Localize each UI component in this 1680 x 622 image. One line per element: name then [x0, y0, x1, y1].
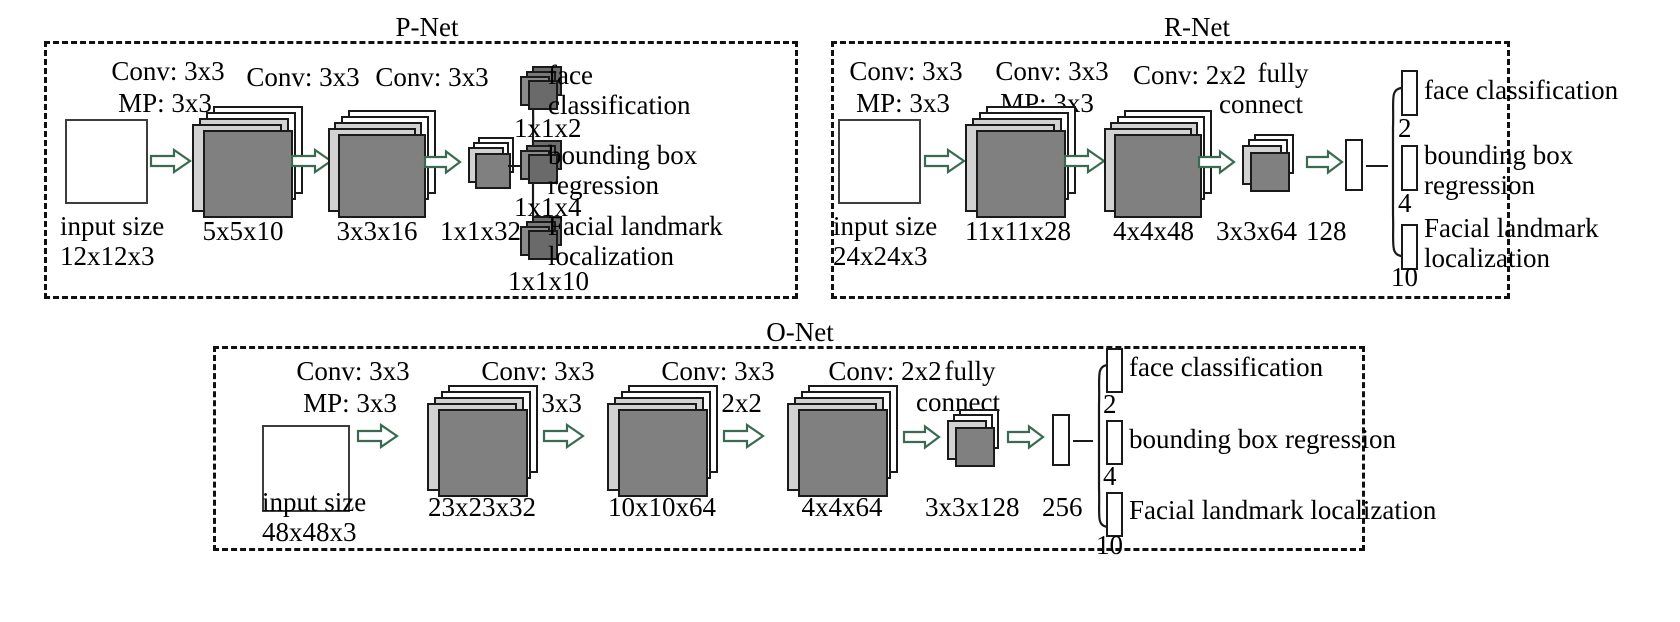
- o-net-title: O-Net: [721, 319, 879, 346]
- r-net-input-caption-line2: 24x24x3: [833, 241, 928, 271]
- p-net-output-dim-1: 1x1x2: [514, 113, 582, 143]
- r-net-fc-label-line1: fully: [1257, 58, 1309, 88]
- r-net-output-label-3-line2: localization: [1424, 243, 1550, 273]
- r-net-input-caption-line1: input size: [833, 211, 938, 241]
- o-net-feature-stack-2: [600, 385, 725, 497]
- o-net-fc-bar: [1052, 414, 1070, 466]
- o-net-arrow-2: [542, 422, 585, 450]
- o-net-fc-label: 256: [1042, 492, 1083, 522]
- r-net-feature-stack-3: [1236, 134, 1308, 196]
- r-net-output-label-2-line2: regression: [1424, 170, 1535, 200]
- r-net-output-label-1-line1: face classification: [1424, 75, 1619, 105]
- r-net-conv-label-3: Conv: 2x2: [1133, 60, 1247, 90]
- o-net-pool-label-1: MP: 3x3: [303, 388, 397, 418]
- p-net-stage-label-3: 1x1x32: [440, 216, 521, 246]
- o-net-stage-label-4: 3x3x128: [925, 492, 1020, 522]
- o-net-fc-label-line1: fully: [944, 356, 996, 386]
- stack-pane-front: [475, 153, 511, 189]
- o-net-arrow-4: [902, 424, 941, 450]
- r-net-output-dim-3: 10: [1391, 262, 1418, 292]
- r-net-output-bar-2: [1401, 145, 1418, 191]
- o-net-conv-label-3: Conv: 3x3: [661, 356, 775, 386]
- o-net-input-caption-line1: input size: [262, 487, 367, 517]
- p-net-output-dim-3: 1x1x10: [508, 266, 589, 296]
- o-net-output-label-3-line1: Facial landmark localization: [1129, 495, 1437, 525]
- r-net-arrow-3: [1197, 149, 1236, 175]
- o-net-stage-label-2: 10x10x64: [608, 492, 716, 522]
- r-net-input-square: [838, 119, 921, 204]
- r-net-conv-label-1: Conv: 3x3: [849, 56, 963, 86]
- p-net-stage-label-2: 3x3x16: [336, 216, 418, 246]
- o-net-arrow-3: [722, 422, 765, 450]
- o-net-output-label-2-line1: bounding box regression: [1129, 424, 1396, 454]
- r-net-arrow-4: [1305, 149, 1344, 175]
- stack-pane-front: [338, 134, 426, 218]
- o-net-output-dim-1: 2: [1103, 389, 1117, 419]
- p-net-conv-label-1: Conv: 3x3: [111, 56, 225, 86]
- o-net-arrow-1: [356, 422, 399, 450]
- stack-pane-front: [1250, 152, 1290, 192]
- o-net-stage-label-3: 4x4x64: [801, 492, 883, 522]
- figure-canvas: P-Net Conv: 3x3 MP: 3x3 Conv: 3x3 Conv: …: [0, 0, 1680, 622]
- p-net-conv-label-2: Conv: 3x3: [246, 62, 360, 92]
- stack-pane-front: [1114, 134, 1202, 218]
- p-net-output-label-3-line1: Facial landmark: [548, 211, 723, 241]
- p-net-output-label-2-line1: bounding box: [548, 140, 698, 170]
- p-net-input-square: [65, 119, 148, 204]
- stack-pane-front: [618, 409, 708, 497]
- r-net-fc-label: 128: [1306, 216, 1347, 246]
- r-net-output-label-3-line1: Facial landmark: [1424, 213, 1599, 243]
- r-net-output-dim-2: 4: [1398, 188, 1412, 218]
- o-net-feature-stack-4: [941, 409, 1013, 471]
- r-net-conv-label-2: Conv: 3x3: [995, 56, 1109, 86]
- stack-pane-front: [976, 130, 1066, 218]
- r-net-output-bar-1: [1401, 70, 1418, 116]
- r-net-stage-label-2: 4x4x48: [1113, 216, 1194, 246]
- stack-pane-front: [203, 130, 293, 218]
- stack-pane-front: [798, 409, 888, 497]
- o-net-stage-label-1: 23x23x32: [428, 492, 536, 522]
- p-net-output-label-1-line1: face: [548, 60, 593, 90]
- o-net-output-dim-2: 4: [1103, 461, 1117, 491]
- r-net-output-label-2-line1: bounding box: [1424, 140, 1574, 170]
- p-net-input-caption-line1: input size: [60, 211, 165, 241]
- o-net-arrow-5: [1006, 424, 1045, 450]
- o-net-conv-label-4: Conv: 2x2: [828, 356, 942, 386]
- r-net-pool-label-1: MP: 3x3: [856, 88, 950, 118]
- r-net-output-dim-1: 2: [1398, 113, 1412, 143]
- o-net-feature-stack-3: [780, 385, 905, 497]
- o-net-conv-label-2: Conv: 3x3: [481, 356, 595, 386]
- r-net-title: R-Net: [1118, 14, 1276, 41]
- p-net-stage-label-1: 5x5x10: [202, 216, 284, 246]
- o-net-feature-stack-1: [420, 385, 545, 497]
- p-net-arrow-3: [423, 149, 462, 175]
- stack-pane-front: [438, 409, 528, 497]
- p-net-conv-label-3: Conv: 3x3: [375, 62, 489, 92]
- r-net-stage-label-3: 3x3x64: [1216, 216, 1297, 246]
- o-net-output-bar-2: [1106, 420, 1123, 465]
- p-net-title: P-Net: [348, 14, 506, 41]
- o-net-conv-label-1: Conv: 3x3: [296, 356, 410, 386]
- o-net-output-bar-1: [1106, 348, 1123, 393]
- p-net-input-caption-line2: 12x12x3: [60, 241, 155, 271]
- r-net-fc-label-line2: connect: [1219, 89, 1303, 119]
- o-net-output-label-1-line1: face classification: [1129, 352, 1324, 382]
- r-net-fc-bar: [1345, 139, 1363, 191]
- o-net-output-dim-3: 10: [1096, 530, 1123, 560]
- o-net-input-caption-line2: 48x48x3: [262, 517, 357, 547]
- r-net-stage-label-1: 11x11x28: [965, 216, 1071, 246]
- stack-pane-front: [955, 427, 995, 467]
